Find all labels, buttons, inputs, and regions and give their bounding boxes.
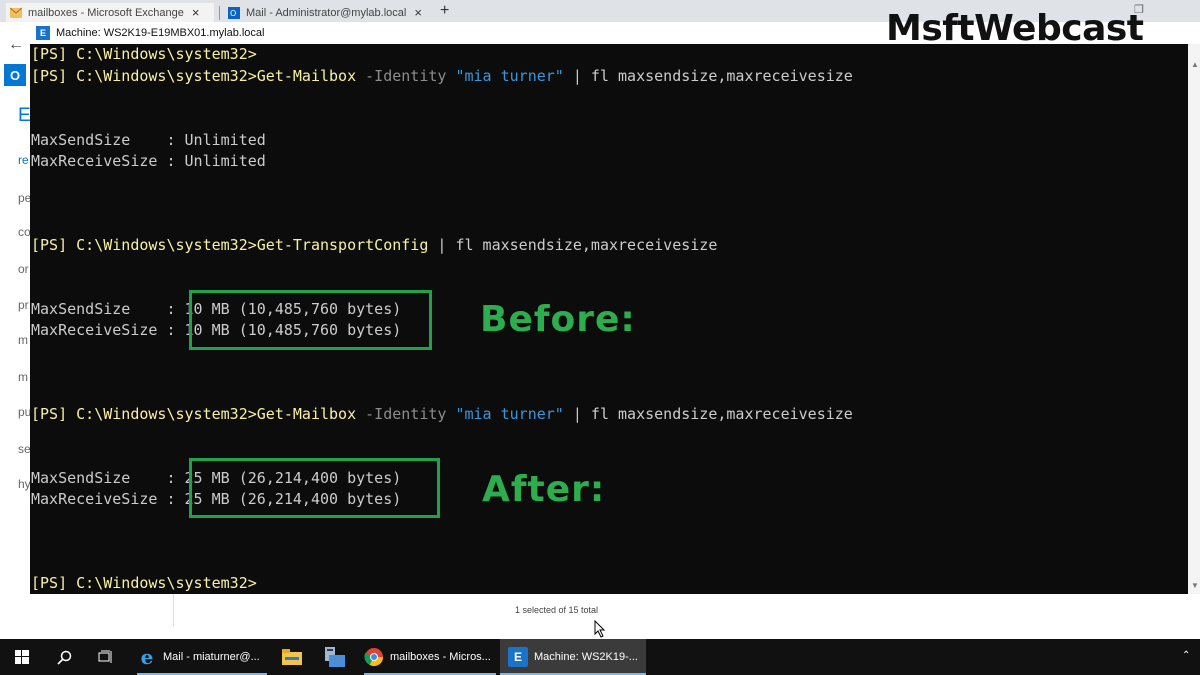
output-separator: :	[166, 300, 185, 318]
tab-close-button[interactable]: ×	[414, 5, 422, 20]
console-prompt: [PS] C:\Windows\system32>	[31, 67, 257, 85]
command-parameter: -Identity	[356, 405, 456, 423]
chrome-icon	[364, 647, 384, 667]
tab-mailboxes[interactable]: mailboxes - Microsoft Exchange ×	[6, 3, 214, 22]
console-line: [PS] C:\Windows\system32>	[31, 45, 257, 63]
after-highlight-box	[189, 458, 440, 518]
command-parameter: -Identity	[356, 67, 456, 85]
command-verb: Get-Mailbox	[256, 405, 357, 423]
output-separator: :	[166, 152, 185, 170]
taskbar-app-label: Machine: WS2K19-...	[534, 651, 638, 663]
command-pipeline: | fl maxsendsize,maxreceivesize	[563, 405, 853, 423]
tab-title: Mail - Administrator@mylab.local	[246, 6, 407, 19]
powershell-console[interactable]: [PS] C:\Windows\system32> [PS] C:\Window…	[30, 44, 1188, 594]
nav-item-servers[interactable]: se	[18, 442, 31, 456]
output-property: MaxSendSize	[31, 300, 167, 318]
task-view-icon[interactable]	[92, 639, 120, 675]
console-command-line: [PS] C:\Windows\system32>Get-TransportCo…	[31, 236, 717, 254]
exchange-shell-icon: E	[36, 26, 50, 40]
nav-item-protection[interactable]: pr	[18, 298, 29, 312]
output-property: MaxSendSize	[31, 469, 167, 487]
office-icon[interactable]: O	[4, 64, 26, 86]
taskbar-app-chrome[interactable]: mailboxes - Micros...	[364, 639, 496, 675]
svg-text:O: O	[230, 9, 236, 18]
output-property: MaxReceiveSize	[31, 152, 167, 170]
console-prompt: [PS] C:\Windows\system32>	[31, 45, 257, 63]
server-manager-icon[interactable]	[320, 639, 348, 675]
outlook-icon: O	[228, 6, 240, 19]
nav-item-recipients[interactable]: re	[18, 153, 29, 167]
selection-status: 1 selected of 15 total	[515, 605, 599, 615]
output-separator: :	[166, 469, 185, 487]
console-prompt: [PS] C:\Windows\system32>	[31, 236, 257, 254]
page-scrollbar[interactable]: ▲ ▼	[1188, 44, 1200, 594]
before-annotation: Before:	[480, 299, 636, 340]
tab-mail[interactable]: O Mail - Administrator@mylab.local ×	[224, 3, 432, 22]
edge-icon: e	[140, 645, 154, 669]
nav-item-mail-flow[interactable]: m	[18, 333, 28, 347]
tab-close-button[interactable]: ×	[192, 5, 200, 20]
console-prompt: [PS] C:\Windows\system32>	[31, 405, 257, 423]
before-highlight-box	[189, 290, 432, 350]
command-pipeline: | fl maxsendsize,maxreceivesize	[563, 67, 853, 85]
taskbar-app-remote-machine[interactable]: E Machine: WS2K19-...	[500, 639, 646, 675]
search-icon[interactable]	[50, 639, 78, 675]
command-argument: "mia turner"	[455, 405, 564, 423]
output-separator: :	[166, 321, 185, 339]
nav-item-mobile[interactable]: m	[18, 370, 28, 384]
nav-item-hybrid[interactable]: hy	[18, 477, 31, 491]
console-command-line: [PS] C:\Windows\system32>Get-Mailbox -Id…	[31, 67, 853, 85]
after-annotation: After:	[482, 469, 606, 510]
output-line: MaxSendSize : Unlimited	[31, 131, 266, 149]
taskbar-app-label: mailboxes - Micros...	[390, 651, 491, 663]
back-arrow-icon[interactable]: ←	[8, 36, 24, 54]
page-heading-fragment: E	[18, 105, 31, 126]
exchange-mail-icon	[10, 7, 22, 18]
nav-item-organization[interactable]: or	[18, 262, 29, 276]
output-property: MaxReceiveSize	[31, 321, 167, 339]
tab-separator	[219, 6, 220, 20]
command-argument: "mia turner"	[455, 67, 564, 85]
windows-start-icon[interactable]	[8, 639, 36, 675]
new-tab-button[interactable]: +	[440, 2, 449, 20]
remote-window-title: Machine: WS2K19-E19MBX01.mylab.local	[56, 27, 265, 39]
output-separator: :	[166, 490, 185, 508]
command-verb: Get-TransportConfig	[256, 236, 429, 254]
file-explorer-icon[interactable]	[278, 639, 306, 675]
watermark-logo: MsftWebcast	[886, 8, 1144, 49]
output-value: Unlimited	[184, 152, 266, 170]
show-hidden-icons-icon[interactable]: ⌃	[1182, 650, 1190, 661]
scroll-down-icon[interactable]: ▼	[1191, 581, 1199, 590]
command-verb: Get-Mailbox	[256, 67, 357, 85]
console-command-line: [PS] C:\Windows\system32>Get-Mailbox -Id…	[31, 405, 853, 423]
output-property: MaxReceiveSize	[31, 490, 167, 508]
tab-title: mailboxes - Microsoft Exchange	[28, 6, 184, 19]
nav-item-compliance[interactable]: co	[18, 225, 31, 239]
output-separator: :	[166, 131, 185, 149]
output-value: Unlimited	[184, 131, 266, 149]
command-pipeline: | fl maxsendsize,maxreceivesize	[428, 236, 718, 254]
exchange-icon: E	[508, 647, 528, 667]
mouse-cursor-icon	[594, 620, 606, 638]
output-property: MaxSendSize	[31, 131, 167, 149]
console-prompt: [PS] C:\Windows\system32>	[31, 574, 257, 592]
taskbar-app-mail[interactable]: e Mail - miaturner@...	[137, 639, 267, 675]
console-line: [PS] C:\Windows\system32>	[31, 574, 257, 592]
scroll-up-icon[interactable]: ▲	[1191, 60, 1199, 69]
taskbar-app-label: Mail - miaturner@...	[163, 651, 260, 663]
output-line: MaxReceiveSize : Unlimited	[31, 152, 266, 170]
pane-divider	[173, 594, 174, 626]
